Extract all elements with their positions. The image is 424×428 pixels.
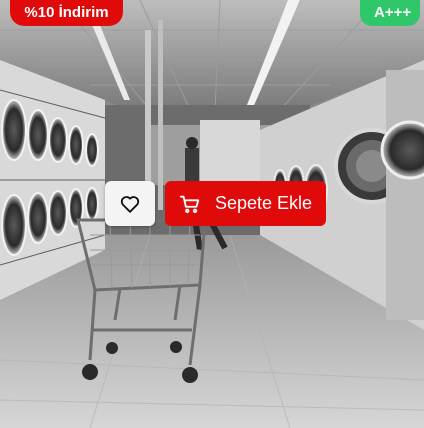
product-card: %10 İndirim A+++ Sepete Ekle (0, 0, 424, 428)
favorite-button[interactable] (105, 181, 155, 226)
discount-badge-label: %10 İndirim (24, 4, 109, 21)
add-to-cart-button[interactable]: Sepete Ekle (165, 181, 326, 226)
heart-icon (119, 193, 141, 215)
energy-class-badge: A+++ (360, 0, 420, 26)
cart-icon (179, 193, 201, 215)
energy-class-label: A+++ (374, 4, 412, 21)
discount-badge: %10 İndirim (10, 0, 123, 26)
add-to-cart-label: Sepete Ekle (215, 193, 313, 213)
